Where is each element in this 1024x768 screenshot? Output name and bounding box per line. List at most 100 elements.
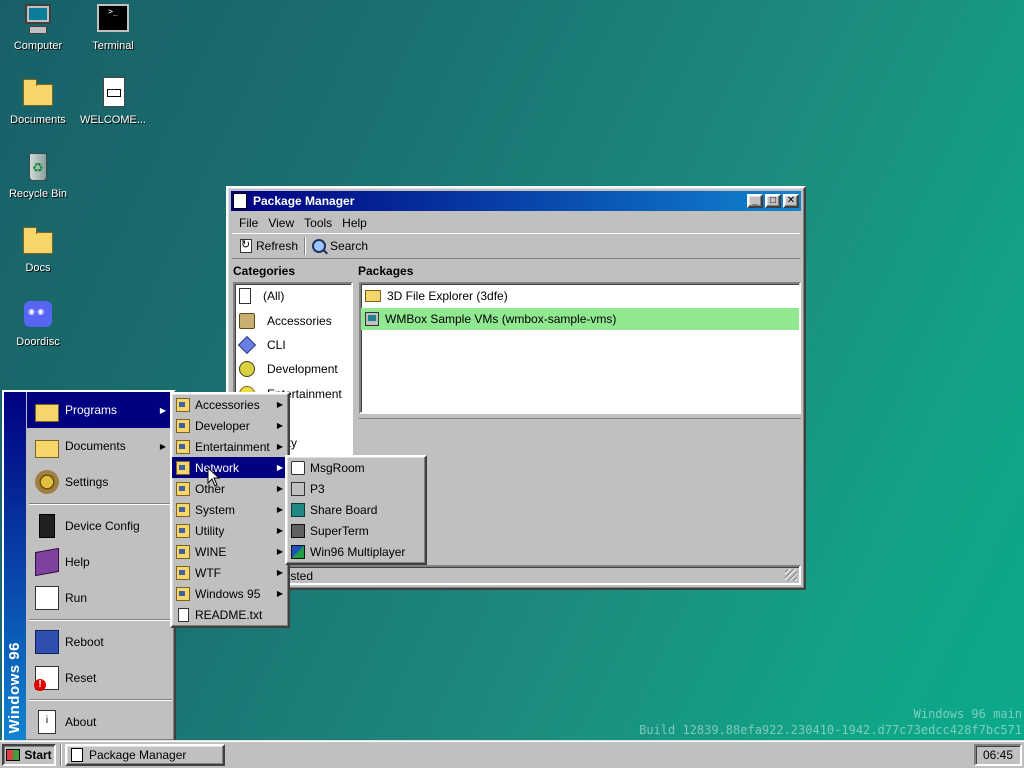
watermark-line-2: Build 12839.88efa922.230410-1942.d77c73e…: [639, 723, 1022, 737]
desktop-icon-computer[interactable]: Computer: [0, 2, 76, 52]
refresh-button[interactable]: Refresh: [236, 238, 302, 253]
program-group-icon: [176, 544, 190, 559]
maximize-button[interactable]: □: [765, 194, 781, 208]
programs-item-entertainment[interactable]: Entertainment ▶: [172, 436, 288, 457]
status-bar: listed: [231, 565, 801, 585]
windows-logo-icon: [6, 749, 21, 761]
help-book-icon: [35, 547, 59, 577]
program-group-icon: [176, 460, 190, 475]
network-item-p3[interactable]: P3: [287, 478, 425, 499]
desktop-icon-documents[interactable]: Documents: [0, 76, 76, 126]
programs-item-wtf[interactable]: WTF ▶: [172, 562, 288, 583]
discord-icon: [21, 298, 55, 332]
taskbar-button-package-manager[interactable]: Package Manager: [65, 744, 225, 766]
programs-item-windows-95[interactable]: Windows 95 ▶: [172, 583, 288, 604]
start-item-reset[interactable]: Reset: [27, 660, 174, 696]
folder-icon: [21, 224, 55, 258]
programs-item-wine[interactable]: WINE ▶: [172, 541, 288, 562]
submenu-arrow-icon: ▶: [276, 526, 283, 535]
category-item-all[interactable]: (All): [235, 284, 351, 308]
submenu-arrow-icon: ▶: [276, 589, 283, 598]
minimize-button[interactable]: _: [747, 194, 763, 208]
desktop-icon-welcome[interactable]: M↓ WELCOME...: [75, 76, 151, 126]
refresh-label: Refresh: [256, 239, 299, 253]
programs-item-other[interactable]: Other ▶: [172, 478, 288, 499]
network-item-share-board[interactable]: Share Board: [287, 499, 425, 520]
menu-separator: [29, 699, 172, 701]
programs-item-utility[interactable]: Utility ▶: [172, 520, 288, 541]
category-item-development[interactable]: Development: [235, 357, 351, 381]
documents-folder-icon: [35, 440, 59, 458]
menu-help[interactable]: Help: [338, 216, 373, 230]
start-menu-brand: Windows 96: [6, 642, 23, 734]
network-submenu: MsgRoom P3 Share Board SuperTerm Win96 M…: [285, 455, 427, 565]
submenu-label: Accessories: [195, 397, 260, 412]
program-group-icon: [176, 439, 190, 454]
build-watermark: Windows 96 main Build 12839.88efa922.230…: [639, 706, 1022, 738]
search-button[interactable]: Search: [308, 239, 372, 253]
package-label: WMBox Sample VMs (wmbox-sample-vms): [385, 312, 617, 326]
markdown-file-icon: M↓: [96, 76, 130, 110]
start-item-about[interactable]: i About: [27, 704, 174, 740]
menu-tools[interactable]: Tools: [300, 216, 338, 230]
programs-item-network[interactable]: Network ▶: [172, 457, 288, 478]
folder-icon: [21, 76, 55, 110]
start-item-settings[interactable]: Settings: [27, 464, 174, 500]
submenu-label: Share Board: [310, 502, 378, 517]
package-item-3dfe[interactable]: 3D File Explorer (3dfe): [361, 285, 799, 307]
start-item-device-config[interactable]: Device Config: [27, 508, 174, 544]
menu-file[interactable]: File: [235, 216, 264, 230]
submenu-label: WINE: [195, 544, 227, 559]
desktop-icon-label: Computer: [13, 40, 63, 52]
device-icon: [39, 514, 55, 538]
desktop-icon-doordisc[interactable]: Doordisc: [0, 298, 76, 348]
system-tray-clock[interactable]: 06:45: [974, 744, 1022, 766]
terminal-icon: >_: [96, 2, 130, 36]
menu-view[interactable]: View: [264, 216, 300, 230]
submenu-label: MsgRoom: [310, 460, 365, 475]
programs-item-readme[interactable]: README.txt: [172, 604, 288, 625]
submenu-label: Win96 Multiplayer: [310, 544, 406, 559]
programs-item-system[interactable]: System ▶: [172, 499, 288, 520]
package-label: 3D File Explorer (3dfe): [387, 289, 508, 303]
toolbar-separator: [304, 237, 307, 255]
submenu-label: Windows 95: [195, 586, 261, 601]
programs-item-accessories[interactable]: Accessories ▶: [172, 394, 288, 415]
program-group-icon: [176, 523, 190, 538]
start-item-documents[interactable]: Documents ▶: [27, 428, 174, 464]
submenu-arrow-icon: ▶: [276, 463, 283, 472]
network-item-msgroom[interactable]: MsgRoom: [287, 457, 425, 478]
search-icon: [312, 239, 327, 253]
category-item-accessories[interactable]: Accessories: [235, 308, 351, 332]
clock-text: 06:45: [982, 748, 1014, 762]
start-item-reboot[interactable]: Reboot: [27, 624, 174, 660]
start-item-help[interactable]: Help: [27, 544, 174, 580]
submenu-arrow-icon: ▶: [276, 484, 283, 493]
desktop-icon-recycle-bin[interactable]: Recycle Bin: [0, 150, 76, 200]
program-group-icon: [176, 481, 190, 496]
resize-grip[interactable]: [785, 569, 797, 581]
start-item-label: Reset: [65, 671, 97, 685]
package-item-wmbox-sample-vms[interactable]: WMBox Sample VMs (wmbox-sample-vms): [361, 308, 799, 330]
start-button[interactable]: Start: [2, 744, 56, 766]
folder-icon: [365, 290, 381, 302]
start-menu: Windows 96 Programs ▶ Documents ▶ Settings…: [2, 390, 176, 742]
programs-item-developer[interactable]: Developer ▶: [172, 415, 288, 436]
network-item-superterm[interactable]: SuperTerm: [287, 520, 425, 541]
p3-icon: [291, 481, 305, 496]
start-item-programs[interactable]: Programs ▶: [27, 392, 174, 428]
network-item-win96-multiplayer[interactable]: Win96 Multiplayer: [287, 541, 425, 562]
computer-icon: [365, 312, 379, 326]
submenu-arrow-icon: ▶: [276, 505, 283, 514]
desktop-icon-terminal[interactable]: >_ Terminal: [75, 2, 151, 52]
submenu-label: Entertainment: [195, 439, 270, 454]
window-titlebar[interactable]: Package Manager _ □ ✕: [231, 191, 801, 211]
category-item-cli[interactable]: CLI: [235, 333, 351, 357]
packages-list[interactable]: 3D File Explorer (3dfe) WMBox Sample VMs…: [359, 282, 801, 414]
submenu-label: System: [195, 502, 236, 517]
close-button[interactable]: ✕: [783, 194, 799, 208]
start-item-run[interactable]: Run: [27, 580, 174, 616]
taskbar-button-label: Package Manager: [89, 748, 187, 762]
desktop-icon-docs[interactable]: Docs: [0, 224, 76, 274]
submenu-label: WTF: [195, 565, 221, 580]
